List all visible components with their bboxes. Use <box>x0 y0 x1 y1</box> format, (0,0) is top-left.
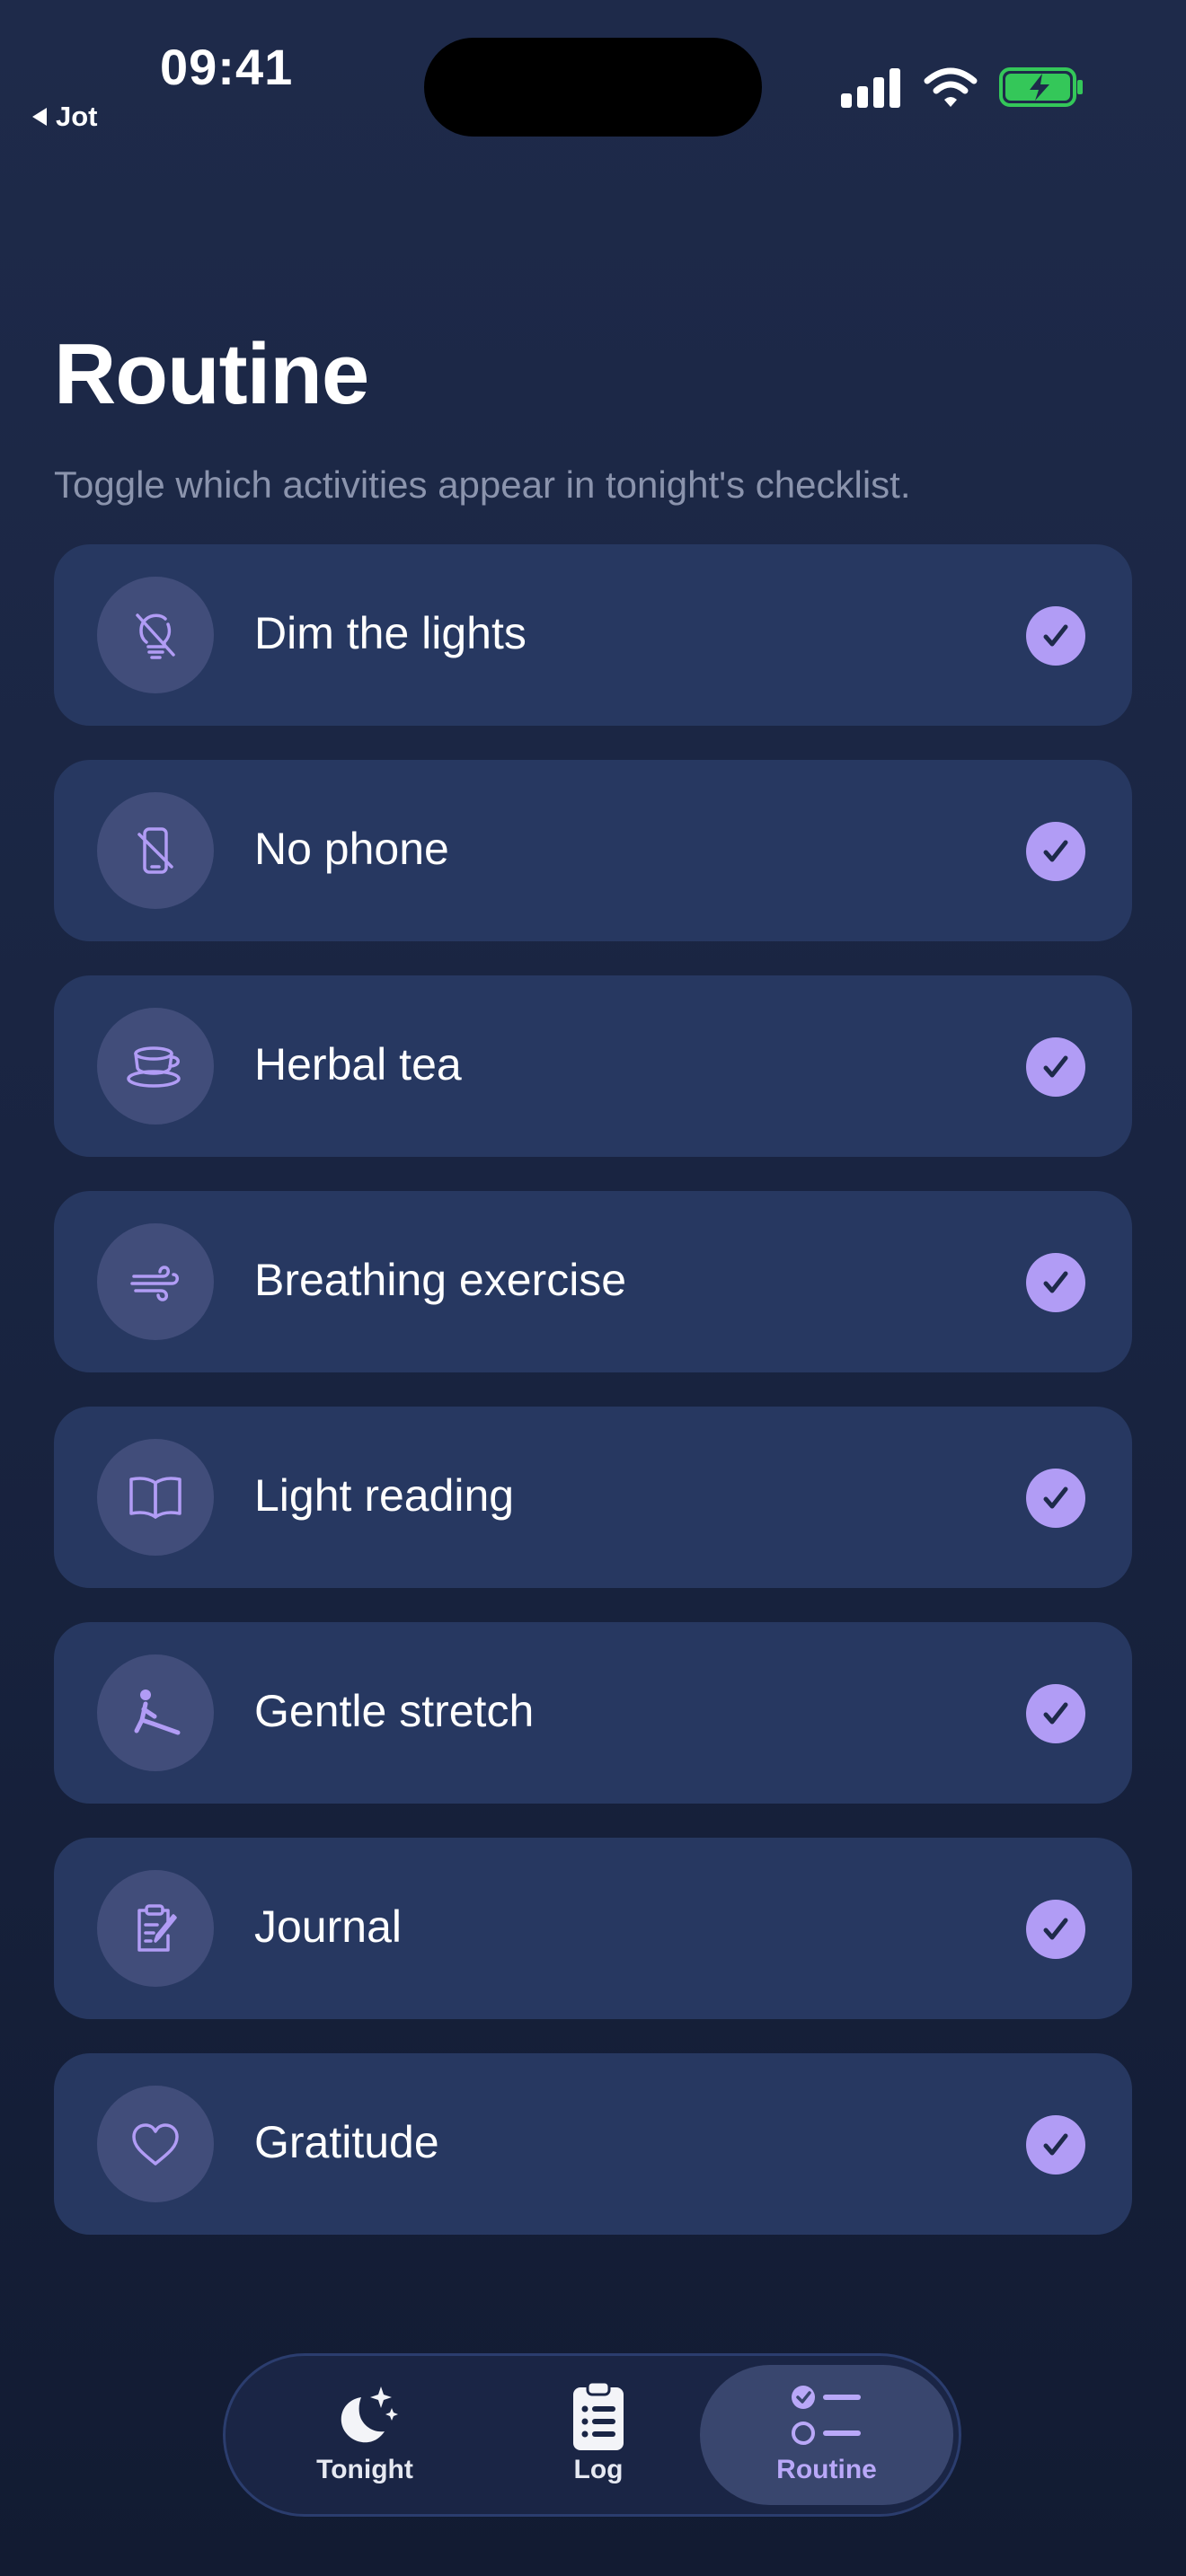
teacup-icon <box>127 1046 181 1088</box>
item-icon-circle <box>97 792 214 909</box>
toggle-checkmark[interactable] <box>1026 1253 1085 1312</box>
routine-item-journal[interactable]: Journal <box>54 1838 1132 2019</box>
checklist-icon <box>792 2386 861 2445</box>
toggle-checkmark[interactable] <box>1026 1684 1085 1743</box>
item-icon-circle <box>97 1439 214 1556</box>
toggle-checkmark[interactable] <box>1026 1037 1085 1097</box>
routine-item-no-phone[interactable]: No phone <box>54 760 1132 941</box>
item-label: Gentle stretch <box>254 1686 535 1736</box>
item-label: Breathing exercise <box>254 1255 627 1305</box>
tab-label: Tonight <box>316 2455 413 2484</box>
book-icon <box>129 1477 181 1519</box>
item-icon-circle <box>97 1008 214 1125</box>
back-to-jot-link[interactable]: Jot <box>32 101 98 133</box>
cellular-signal-icon <box>841 68 900 108</box>
tab-log[interactable]: Log <box>472 2365 725 2505</box>
item-icon-circle <box>97 1654 214 1771</box>
checkmark-icon <box>1043 2133 1068 2156</box>
tab-bar: Tonight Log Routine <box>223 2353 961 2517</box>
clipboard-list-icon <box>573 2380 624 2450</box>
item-label: Journal <box>254 1901 402 1952</box>
lightbulb-slash-icon <box>136 613 175 659</box>
item-label: Gratitude <box>254 2117 439 2167</box>
checkmark-icon <box>1043 840 1068 862</box>
tab-routine[interactable]: Routine <box>700 2365 953 2505</box>
wifi-icon <box>924 67 978 107</box>
checkmark-icon <box>1043 1055 1068 1078</box>
tab-tonight[interactable]: Tonight <box>238 2365 491 2505</box>
tab-label: Routine <box>776 2455 877 2484</box>
item-icon-circle <box>97 1223 214 1340</box>
routine-item-gentle-stretch[interactable]: Gentle stretch <box>54 1622 1132 1804</box>
page-title: Routine <box>54 326 369 422</box>
page-subtitle: Toggle which activities appear in tonigh… <box>54 463 911 506</box>
routine-item-herbal-tea[interactable]: Herbal tea <box>54 975 1132 1157</box>
toggle-checkmark[interactable] <box>1026 2115 1085 2175</box>
toggle-checkmark[interactable] <box>1026 1469 1085 1528</box>
battery-charging-icon <box>999 67 1083 107</box>
checkmark-icon <box>1043 1486 1068 1509</box>
dynamic-island <box>424 38 762 137</box>
item-label: Light reading <box>254 1470 515 1521</box>
toggle-checkmark[interactable] <box>1026 606 1085 666</box>
toggle-checkmark[interactable] <box>1026 1900 1085 1959</box>
routine-item-dim-the-lights[interactable]: Dim the lights <box>54 544 1132 726</box>
routine-item-gratitude[interactable]: Gratitude <box>54 2053 1132 2235</box>
routine-list: Dim the lights No phone Herbal tea Breat… <box>54 544 1132 2269</box>
routine-item-breathing-exercise[interactable]: Breathing exercise <box>54 1191 1132 1372</box>
status-icons <box>841 66 1084 108</box>
clipboard-pencil-icon <box>137 1904 177 1952</box>
item-label: No phone <box>254 824 449 874</box>
item-icon-circle <box>97 2086 214 2202</box>
tab-label: Log <box>573 2455 624 2484</box>
item-label: Herbal tea <box>254 1039 462 1090</box>
moon-stars-icon <box>341 2386 398 2443</box>
checkmark-icon <box>1043 1702 1068 1725</box>
checkmark-icon <box>1043 1271 1068 1293</box>
phone-slash-icon <box>137 827 173 874</box>
back-triangle-icon <box>32 108 47 126</box>
heart-icon <box>132 2123 179 2166</box>
wind-icon <box>130 1266 179 1301</box>
stretch-figure-icon <box>134 1689 181 1735</box>
item-icon-circle <box>97 577 214 693</box>
checkmark-icon <box>1043 624 1068 647</box>
back-link-label: Jot <box>56 101 98 132</box>
item-icon-circle <box>97 1870 214 1987</box>
item-label: Dim the lights <box>254 608 527 658</box>
checkmark-icon <box>1043 1918 1068 1940</box>
routine-item-light-reading[interactable]: Light reading <box>54 1407 1132 1588</box>
status-time: 09:41 <box>160 39 294 95</box>
toggle-checkmark[interactable] <box>1026 822 1085 881</box>
